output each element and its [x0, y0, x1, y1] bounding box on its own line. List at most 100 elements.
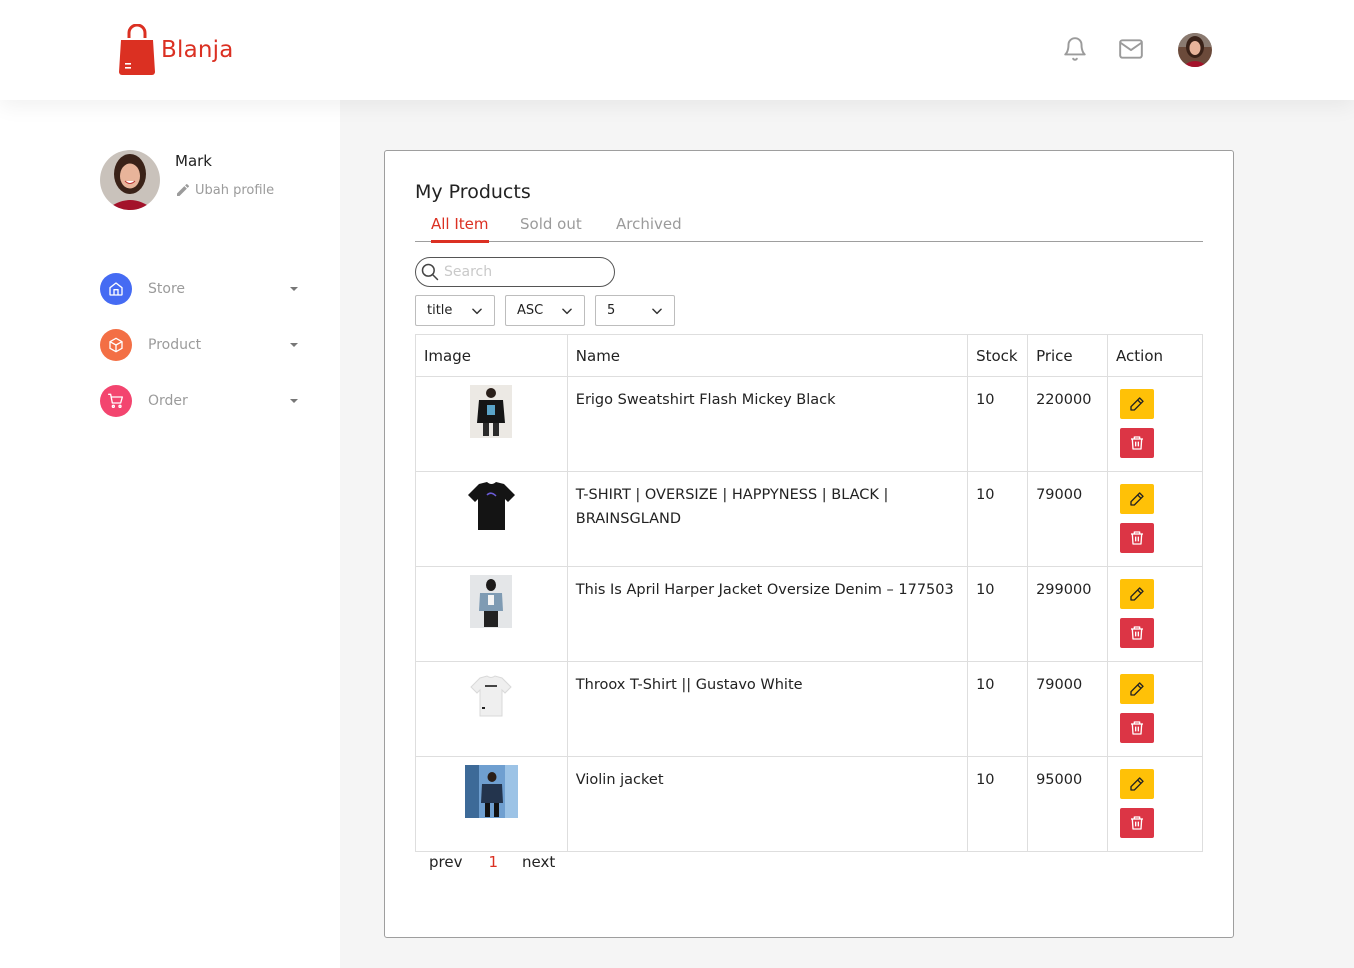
- product-stock: 10: [967, 661, 1029, 757]
- table-row: Violin jacket 10 95000: [415, 756, 1203, 852]
- pencil-icon: [177, 183, 190, 196]
- tab-sold-out[interactable]: Sold out: [520, 215, 582, 241]
- column-header-price: Price: [1027, 334, 1109, 377]
- brand-logo[interactable]: Blanja: [118, 24, 234, 76]
- search-box: [415, 257, 615, 287]
- caret-down-icon: [290, 343, 298, 347]
- edit-profile-link[interactable]: Ubah profile: [175, 182, 274, 198]
- header-avatar[interactable]: [1178, 33, 1212, 67]
- product-image-cell: [415, 756, 568, 852]
- cart-icon: [100, 385, 132, 417]
- profile-avatar[interactable]: [100, 150, 160, 210]
- sort-by-select[interactable]: title: [415, 295, 495, 326]
- product-price: 79000: [1027, 471, 1109, 567]
- limit-value: 5: [607, 303, 616, 318]
- table-row: Throox T-Shirt || Gustavo White 10 79000: [415, 661, 1203, 757]
- brand-name: Blanja: [161, 37, 234, 63]
- tab-archived[interactable]: Archived: [616, 215, 682, 241]
- search-input[interactable]: [444, 264, 614, 280]
- delete-button[interactable]: [1120, 523, 1155, 553]
- product-image-cell: [415, 376, 568, 472]
- pencil-icon: [1130, 682, 1144, 696]
- sidebar-item-store[interactable]: Store: [100, 273, 300, 305]
- product-actions: [1107, 376, 1203, 472]
- delete-button[interactable]: [1120, 428, 1155, 458]
- chevron-down-icon: [652, 308, 662, 314]
- product-tabs: All Item Sold out Archived: [415, 215, 1203, 243]
- products-card: My Products All Item Sold out Archived t…: [384, 150, 1234, 938]
- pencil-icon: [1130, 397, 1144, 411]
- table-row: Erigo Sweatshirt Flash Mickey Black 10 2…: [415, 376, 1203, 472]
- page-title: My Products: [415, 181, 531, 203]
- pencil-icon: [1130, 492, 1144, 506]
- product-image-cell: [415, 471, 568, 567]
- delete-button[interactable]: [1120, 713, 1155, 743]
- prev-page-button[interactable]: prev: [429, 853, 462, 871]
- product-name: Erigo Sweatshirt Flash Mickey Black: [566, 376, 969, 472]
- sidebar: Mark Ubah profile Store Product Order: [0, 100, 340, 968]
- edit-button[interactable]: [1120, 484, 1155, 514]
- product-stock: 10: [967, 756, 1029, 852]
- product-price: 95000: [1027, 756, 1109, 852]
- sidebar-item-order[interactable]: Order: [100, 385, 300, 417]
- edit-button[interactable]: [1120, 579, 1155, 609]
- table-row: T-SHIRT | OVERSIZE | HAPPYNESS | BLACK |…: [415, 471, 1203, 567]
- edit-button[interactable]: [1120, 674, 1155, 704]
- trash-icon: [1131, 626, 1144, 640]
- column-header-stock: Stock: [967, 334, 1029, 377]
- product-thumbnail[interactable]: [470, 385, 513, 438]
- product-thumbnail[interactable]: [464, 480, 518, 533]
- product-stock: 10: [967, 566, 1029, 662]
- product-name: Throox T-Shirt || Gustavo White: [566, 661, 969, 757]
- bell-icon[interactable]: [1062, 36, 1088, 62]
- product-name: Violin jacket: [566, 756, 969, 852]
- column-header-image: Image: [415, 334, 568, 377]
- trash-icon: [1131, 816, 1144, 830]
- shopping-bag-icon: [119, 24, 155, 75]
- table-header-row: Image Name Stock Price Action: [415, 334, 1203, 377]
- chevron-down-icon: [562, 308, 572, 314]
- sidebar-item-label: Order: [148, 393, 188, 409]
- search-icon: [421, 263, 439, 281]
- product-actions: [1107, 566, 1203, 662]
- top-header: Blanja: [0, 0, 1354, 100]
- mail-icon[interactable]: [1118, 36, 1144, 62]
- products-table: Image Name Stock Price Action Erigo Swea…: [415, 334, 1203, 852]
- delete-button[interactable]: [1120, 808, 1155, 838]
- product-image-cell: [415, 566, 568, 662]
- sidebar-item-label: Store: [148, 281, 186, 297]
- profile-name: Mark: [175, 152, 212, 170]
- edit-button[interactable]: [1120, 769, 1155, 799]
- pencil-icon: [1130, 777, 1144, 791]
- product-actions: [1107, 661, 1203, 757]
- product-name: T-SHIRT | OVERSIZE | HAPPYNESS | BLACK |…: [566, 471, 969, 567]
- delete-button[interactable]: [1120, 618, 1155, 648]
- sort-order-select[interactable]: ASC: [505, 295, 585, 326]
- product-thumbnail[interactable]: [470, 575, 513, 628]
- product-thumbnail[interactable]: [464, 765, 518, 818]
- edit-profile-label: Ubah profile: [195, 182, 275, 198]
- column-header-name: Name: [566, 334, 969, 377]
- package-icon: [100, 329, 132, 361]
- limit-select[interactable]: 5: [595, 295, 675, 326]
- chevron-down-icon: [472, 308, 482, 314]
- product-image-cell: [415, 661, 568, 757]
- sidebar-item-product[interactable]: Product: [100, 329, 300, 361]
- product-price: 79000: [1027, 661, 1109, 757]
- product-name: This Is April Harper Jacket Oversize Den…: [566, 566, 969, 662]
- edit-button[interactable]: [1120, 389, 1155, 419]
- sort-by-value: title: [427, 303, 453, 318]
- current-page[interactable]: 1: [488, 853, 498, 871]
- column-header-action: Action: [1107, 334, 1203, 377]
- tab-all-item[interactable]: All Item: [431, 215, 489, 243]
- product-price: 299000: [1027, 566, 1109, 662]
- pencil-icon: [1130, 587, 1144, 601]
- trash-icon: [1131, 721, 1144, 735]
- next-page-button[interactable]: next: [522, 853, 555, 871]
- product-thumbnail[interactable]: [467, 670, 516, 723]
- caret-down-icon: [290, 399, 298, 403]
- caret-down-icon: [290, 287, 298, 291]
- table-row: This Is April Harper Jacket Oversize Den…: [415, 566, 1203, 662]
- product-actions: [1107, 756, 1203, 852]
- product-stock: 10: [967, 376, 1029, 472]
